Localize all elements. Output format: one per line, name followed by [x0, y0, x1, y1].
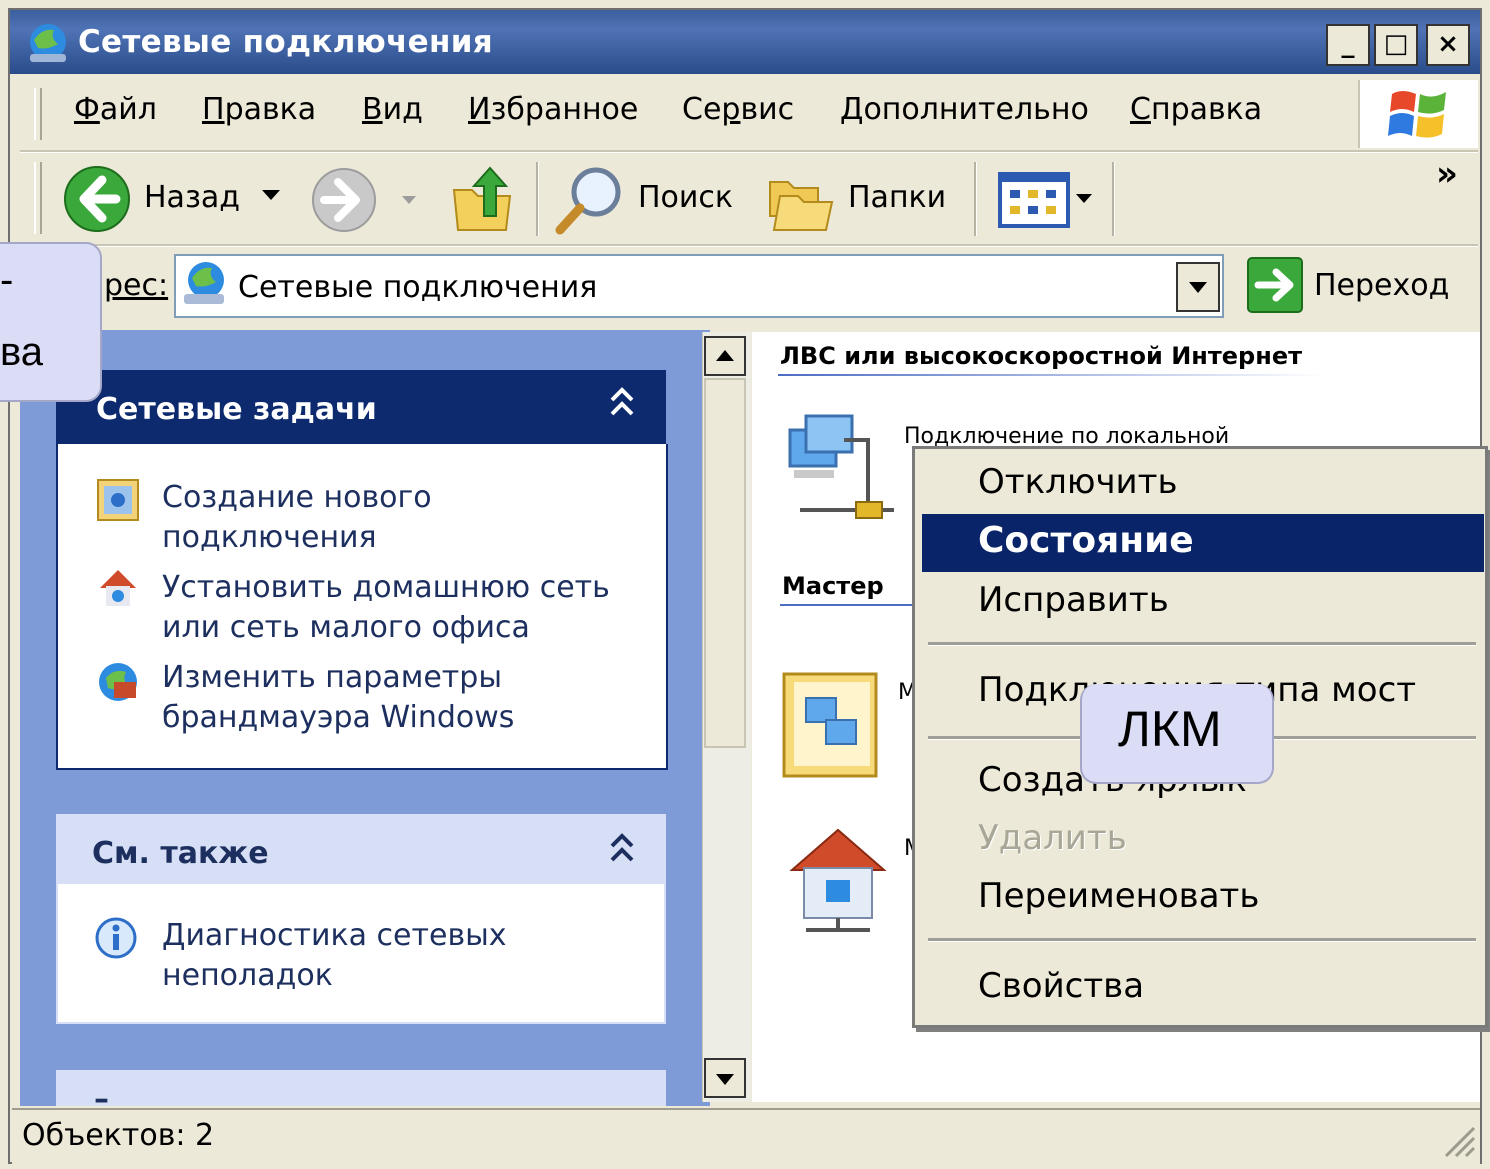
- go-label[interactable]: Переход: [1314, 268, 1449, 303]
- context-item-rename[interactable]: Переименовать: [978, 876, 1259, 916]
- details-title: –: [94, 1082, 109, 1106]
- maximize-button[interactable]: □: [1374, 24, 1418, 66]
- collapse-chevron-icon[interactable]: [608, 832, 636, 864]
- views-icon[interactable]: [998, 172, 1070, 228]
- forward-dropdown-icon[interactable]: [402, 196, 416, 204]
- toolbar-grip: [34, 162, 42, 234]
- firewall-icon[interactable]: [96, 660, 140, 704]
- folders-icon[interactable]: [766, 168, 836, 234]
- hint-callout-line1: -: [0, 258, 14, 302]
- context-item-properties[interactable]: Свойства: [978, 966, 1144, 1006]
- scroll-up-button[interactable]: [704, 336, 746, 376]
- hint-callout: - ва: [0, 242, 102, 402]
- info-icon[interactable]: [94, 916, 142, 964]
- home-network-wizard-icon[interactable]: [786, 824, 890, 938]
- address-dropdown-button[interactable]: [1176, 262, 1220, 312]
- chevron-down-icon: [1189, 282, 1207, 293]
- back-arrow-icon[interactable]: [62, 164, 132, 234]
- menu-edit[interactable]: Правка: [202, 92, 316, 127]
- group-header-lan: ЛВС или высокоскоростной Интернет: [780, 342, 1302, 370]
- menu-help[interactable]: Справка: [1130, 92, 1262, 127]
- task-home-network[interactable]: Установить домашнюю сеть или сеть малого…: [162, 568, 610, 648]
- address-value: Сетевые подключения: [238, 270, 598, 305]
- minimize-button[interactable]: _: [1326, 24, 1370, 66]
- scroll-down-arrow-icon: [716, 1074, 734, 1085]
- scroll-down-button[interactable]: [704, 1058, 746, 1098]
- folder-up-icon[interactable]: [450, 164, 516, 234]
- close-button[interactable]: ×: [1426, 24, 1470, 66]
- menu-favorites[interactable]: Избранное: [468, 92, 638, 127]
- context-item-status[interactable]: Состояние: [978, 520, 1194, 561]
- go-arrow-icon[interactable]: [1246, 256, 1304, 314]
- see-also-title: См. также: [92, 836, 269, 871]
- menu-toolbar-divider: [20, 150, 1478, 153]
- folders-label[interactable]: Папки: [848, 180, 946, 215]
- menu-view[interactable]: Вид: [362, 92, 423, 127]
- context-separator: [928, 642, 1476, 646]
- toolbar-address-divider: [20, 244, 1478, 247]
- address-label: рес:: [104, 268, 169, 303]
- windows-flag-icon: [1388, 86, 1448, 142]
- lan-connection-icon[interactable]: [784, 410, 900, 526]
- back-label[interactable]: Назад: [144, 180, 240, 215]
- group-header-wizard: Мастер: [782, 572, 884, 600]
- scroll-up-arrow-icon: [716, 350, 734, 361]
- window-title: Сетевые подключения: [78, 24, 493, 60]
- hint-callout-line2: ва: [0, 330, 44, 374]
- toolbar-separator: [1112, 162, 1115, 236]
- status-bar: [12, 1108, 1480, 1164]
- status-object-count: Объектов: 2: [22, 1118, 215, 1153]
- lkm-callout-text: ЛКМ: [1118, 701, 1222, 757]
- search-label[interactable]: Поиск: [638, 180, 733, 215]
- new-connection-icon[interactable]: [96, 478, 140, 522]
- task-network-diagnostics[interactable]: Диагностика сетевых неполадок: [162, 916, 507, 996]
- collapse-chevron-icon[interactable]: [608, 386, 636, 418]
- back-dropdown-icon[interactable]: [262, 190, 280, 200]
- address-network-icon: [180, 258, 230, 310]
- context-item-repair[interactable]: Исправить: [978, 580, 1169, 620]
- toolbar-overflow-chevron-icon[interactable]: »: [1436, 154, 1458, 194]
- views-dropdown-icon[interactable]: [1076, 194, 1092, 203]
- task-pane: Сетевые задачи Создание нового подключен…: [20, 330, 710, 1106]
- menu-file[interactable]: Файл: [74, 92, 157, 127]
- menu-bar-grip: [34, 88, 42, 140]
- group-header-underline: [778, 374, 1326, 376]
- menu-advanced[interactable]: Дополнительно: [840, 92, 1089, 127]
- context-separator: [928, 938, 1476, 942]
- new-connection-wizard-icon[interactable]: [780, 668, 884, 780]
- toolbar-separator: [536, 162, 539, 236]
- forward-arrow-icon[interactable]: [310, 166, 378, 234]
- group-header-underline: [780, 604, 920, 606]
- search-magnifier-icon[interactable]: [552, 164, 628, 236]
- menu-tools[interactable]: Сервис: [682, 92, 794, 127]
- context-item-disconnect[interactable]: Отключить: [978, 462, 1177, 502]
- scroll-thumb[interactable]: [704, 378, 746, 748]
- context-item-delete: Удалить: [978, 818, 1127, 858]
- task-firewall-settings[interactable]: Изменить параметры брандмауэра Windows: [162, 658, 514, 738]
- details-header[interactable]: [56, 1070, 666, 1106]
- home-network-icon[interactable]: [96, 566, 140, 614]
- resize-grip-icon[interactable]: [1440, 1122, 1476, 1158]
- toolbar-separator: [974, 162, 977, 236]
- network-tasks-title: Сетевые задачи: [96, 392, 377, 427]
- network-connections-icon: [24, 20, 72, 68]
- task-new-connection[interactable]: Создание нового подключения: [162, 478, 432, 558]
